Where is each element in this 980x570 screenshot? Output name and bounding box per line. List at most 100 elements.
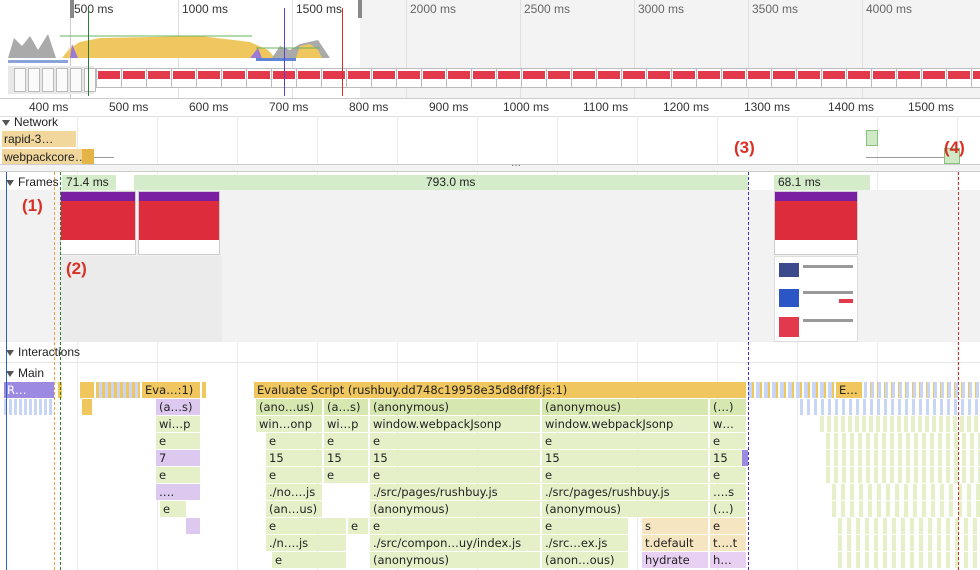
flame-slice[interactable] — [826, 433, 980, 449]
interactions-header[interactable]: Interactions — [6, 345, 80, 359]
flame-block[interactable]: e — [710, 467, 746, 483]
flame-slice[interactable] — [826, 450, 980, 466]
flame-block[interactable]: e — [710, 518, 746, 534]
flame-block[interactable]: window.webpackJsonp — [542, 416, 708, 432]
flame-block[interactable]: 15 — [710, 450, 746, 466]
flame-slice[interactable] — [80, 382, 94, 398]
collapse-triangle-icon[interactable] — [6, 179, 14, 186]
flame-block[interactable]: (a…s) — [324, 399, 368, 415]
flame-slice[interactable] — [864, 382, 980, 398]
flame-block[interactable]: h… — [710, 552, 746, 568]
flame-block[interactable]: ….s — [710, 484, 746, 500]
flame-block[interactable]: ./n….js — [266, 535, 346, 551]
frame-screenshot[interactable] — [60, 191, 136, 255]
collapse-triangle-icon[interactable] — [6, 349, 14, 356]
flame-slice[interactable] — [186, 518, 200, 534]
flame-block[interactable]: (a…s) — [156, 399, 200, 415]
frames-header[interactable]: Frames — [6, 175, 59, 189]
frame-bar[interactable]: 68.1 ms — [774, 175, 870, 190]
flame-block[interactable]: 7 — [156, 450, 200, 466]
flame-block[interactable]: ./no….js — [266, 484, 322, 500]
main-flame-chart[interactable]: R… Eva…:1) Evaluate Script (rushbuy.dd74… — [0, 382, 980, 570]
flame-block[interactable]: e — [156, 467, 200, 483]
flame-block[interactable]: e — [710, 433, 746, 449]
annotation-label: (3) — [734, 138, 755, 157]
flame-block[interactable]: …. — [156, 484, 200, 500]
flame-block[interactable]: 15 — [542, 450, 708, 466]
flame-slice[interactable] — [82, 399, 92, 415]
flame-block[interactable]: (anonymous) — [370, 399, 540, 415]
overview-selection-handle-right[interactable] — [358, 0, 362, 18]
flame-block[interactable]: win…onp — [256, 416, 322, 432]
flame-block[interactable]: e — [542, 518, 628, 534]
flame-block[interactable]: wi…p — [156, 416, 200, 432]
flame-slice[interactable] — [748, 382, 834, 398]
flame-block[interactable]: e — [272, 552, 346, 568]
network-request-bar[interactable] — [866, 130, 878, 146]
flame-block[interactable]: 15 — [266, 450, 322, 466]
flame-block[interactable]: e — [370, 467, 540, 483]
flame-block[interactable]: Eva…:1) — [142, 382, 200, 398]
flame-slice[interactable] — [202, 382, 206, 398]
flame-block[interactable]: ./src/compon…uy/index.js — [370, 535, 540, 551]
flame-slice[interactable] — [800, 399, 980, 415]
flame-block[interactable]: window.webpackJsonp — [370, 416, 540, 432]
flame-block[interactable]: ./src…ex.js — [542, 535, 628, 551]
flame-block[interactable]: e — [156, 433, 200, 449]
flame-block[interactable]: e — [348, 518, 368, 534]
network-header[interactable]: Network — [2, 115, 58, 129]
flame-block[interactable]: w… — [710, 416, 746, 432]
overview-pane[interactable]: 500 ms 1000 ms 1500 ms 2000 ms 2500 ms 3… — [0, 0, 980, 99]
collapse-triangle-icon[interactable] — [2, 119, 10, 126]
frame-screenshot[interactable] — [138, 191, 220, 255]
flame-block[interactable]: e — [266, 518, 346, 534]
collapse-triangle-icon[interactable] — [6, 370, 14, 377]
main-header[interactable]: Main — [6, 366, 44, 380]
flame-block[interactable]: (…) — [710, 501, 746, 517]
panel-splitter[interactable]: ··· — [0, 160, 980, 172]
flame-block[interactable]: (anonymous) — [370, 501, 540, 517]
flame-block[interactable]: e — [542, 433, 708, 449]
flame-block[interactable]: (anonymous) — [542, 501, 708, 517]
flame-block[interactable]: (anon…ous) — [542, 552, 628, 568]
flame-block[interactable]: (anonymous) — [370, 552, 540, 568]
flame-block[interactable]: 15 — [370, 450, 540, 466]
flame-block[interactable]: ./src/pages/rushbuy.js — [542, 484, 708, 500]
flame-block[interactable]: e — [370, 518, 540, 534]
frame-screenshot[interactable] — [774, 191, 858, 255]
flame-block[interactable]: ./src/pages/rushbuy.js — [370, 484, 540, 500]
overview-selection-handle-left[interactable] — [70, 0, 74, 18]
flame-slice[interactable] — [96, 382, 140, 398]
frame-bar[interactable]: 71.4 ms — [62, 175, 116, 190]
flame-block[interactable]: Evaluate Script (rushbuy.dd748c19958e35d… — [254, 382, 746, 398]
flame-slice[interactable] — [4, 399, 54, 415]
flame-block[interactable]: (an…us) — [266, 501, 322, 517]
flame-block[interactable]: (ano…us) — [256, 399, 322, 415]
flame-block[interactable]: e — [324, 433, 368, 449]
frame-bar[interactable]: 793.0 ms — [134, 175, 748, 190]
flame-block[interactable]: e — [266, 467, 322, 483]
flame-slice[interactable] — [820, 416, 980, 432]
network-request-bar[interactable]: webpackcore… — [2, 149, 94, 165]
flame-block[interactable]: e — [266, 433, 322, 449]
network-request-bar[interactable]: rapid-3… — [2, 131, 76, 147]
flame-block[interactable]: e — [160, 501, 186, 517]
flame-block[interactable]: E… — [836, 382, 862, 398]
ruler-tick: 1000 ms — [503, 100, 550, 114]
flame-block[interactable]: e — [370, 433, 540, 449]
flame-block[interactable]: t….t — [710, 535, 746, 551]
flame-block[interactable]: 15 — [324, 450, 368, 466]
flame-block[interactable]: (anonymous) — [542, 399, 708, 415]
flame-slice[interactable] — [826, 467, 980, 483]
overview-tick: 2000 ms — [410, 2, 457, 16]
flame-block[interactable]: e — [542, 467, 708, 483]
flame-block[interactable]: e — [324, 467, 368, 483]
frame-duration: 793.0 ms — [426, 175, 476, 189]
flame-block[interactable]: R… — [4, 382, 54, 398]
flame-block[interactable]: (…) — [710, 399, 746, 415]
frame-screenshot[interactable] — [774, 256, 858, 342]
flame-block[interactable]: s — [642, 518, 708, 534]
flame-block[interactable]: wi…p — [324, 416, 368, 432]
flame-block[interactable]: t.default — [642, 535, 708, 551]
flame-block[interactable]: hydrate — [642, 552, 708, 568]
